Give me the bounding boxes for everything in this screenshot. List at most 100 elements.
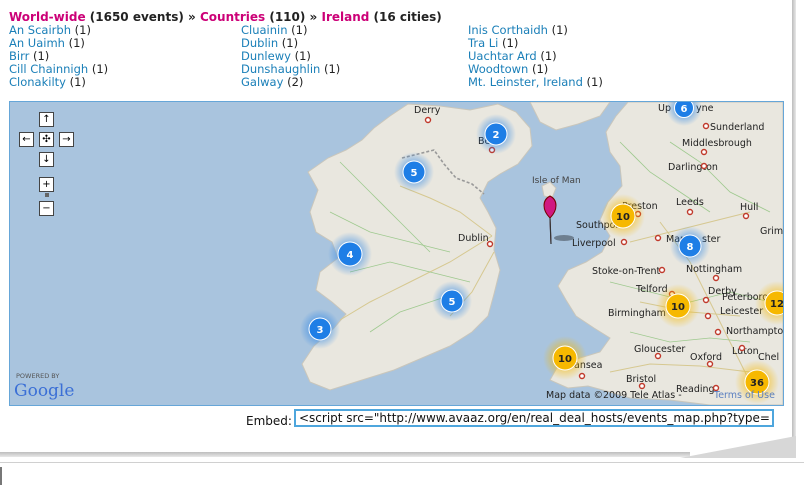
cluster-count: 10 bbox=[616, 212, 630, 223]
city-link[interactable]: Cluainin bbox=[241, 23, 288, 37]
city-link[interactable]: Uachtar Ard bbox=[468, 49, 537, 63]
next-panel-edge bbox=[0, 462, 804, 485]
city-count: (1) bbox=[64, 36, 85, 50]
embed-label: Embed: bbox=[246, 414, 292, 428]
city-link[interactable]: Mt. Leinster, Ireland bbox=[468, 75, 583, 89]
map-label-darlington: Darlington bbox=[668, 162, 718, 173]
map-label-grim: Grim bbox=[760, 226, 783, 237]
city-link[interactable]: Birr bbox=[9, 49, 29, 63]
cluster-count: 10 bbox=[558, 354, 572, 365]
cluster-marker-belfast[interactable]: 2 bbox=[476, 114, 516, 154]
city-count: (1) bbox=[320, 62, 341, 76]
cluster-count: 5 bbox=[449, 297, 456, 308]
map-label-sunderland: Sunderland bbox=[710, 122, 764, 133]
city-link[interactable]: Dublin bbox=[241, 36, 278, 50]
pan-up-button[interactable]: ↑ bbox=[39, 112, 54, 127]
list-item: Galway (2) bbox=[241, 76, 340, 89]
terms-of-use-link[interactable]: Terms of Use bbox=[713, 390, 775, 401]
panel-page-curl bbox=[680, 436, 796, 458]
city-count: (1) bbox=[528, 62, 549, 76]
city-link[interactable]: Inis Corthaidh bbox=[468, 23, 548, 37]
city-link[interactable]: Galway bbox=[241, 75, 283, 89]
city-link[interactable]: Tra Li bbox=[468, 36, 498, 50]
pan-down-button[interactable]: ↓ bbox=[39, 152, 54, 167]
city-count: (1) bbox=[536, 49, 557, 63]
zoom-in-button[interactable]: + bbox=[39, 177, 54, 192]
city-count: (1) bbox=[498, 36, 519, 50]
city-link[interactable]: Dunshaughlin bbox=[241, 62, 320, 76]
cluster-count: 4 bbox=[347, 250, 354, 261]
city-count: (1) bbox=[547, 23, 568, 37]
city-count: (1) bbox=[65, 75, 86, 89]
map-label-leeds: Leeds bbox=[676, 197, 704, 208]
city-link[interactable]: Dunlewy bbox=[241, 49, 291, 63]
cluster-marker-wicklow[interactable]: 5 bbox=[432, 281, 472, 321]
panel-shadow-right bbox=[792, 0, 796, 452]
city-list-column-2: Cluainin (1) Dublin (1) Dunlewy (1) Duns… bbox=[241, 24, 340, 89]
breadcrumb: World-wide (1650 events) » Countries (11… bbox=[9, 10, 442, 24]
map-label-isle-of-man: Isle of Man bbox=[532, 176, 581, 186]
map-label-luton: Luton bbox=[732, 346, 759, 357]
cluster-marker-swansea[interactable]: 10 bbox=[543, 336, 587, 380]
city-count: (1) bbox=[290, 49, 311, 63]
breadcrumb-separator: » bbox=[188, 10, 196, 24]
breadcrumb-ireland[interactable]: Ireland bbox=[321, 10, 369, 24]
cluster-count: 2 bbox=[493, 130, 500, 141]
city-list-column-3: Inis Corthaidh (1) Tra Li (1) Uachtar Ar… bbox=[468, 24, 603, 89]
map-label-dublin: Dublin bbox=[458, 233, 489, 244]
map-label-middlesbrough: Middlesbrough bbox=[682, 138, 752, 149]
cluster-marker-manchester[interactable]: 8 bbox=[670, 226, 710, 266]
city-link[interactable]: Cill Chainnigh bbox=[9, 62, 88, 76]
breadcrumb-ireland-count: (16 cities) bbox=[369, 10, 442, 24]
list-item: Mt. Leinster, Ireland (1) bbox=[468, 76, 603, 89]
panel-shadow-bottom bbox=[0, 452, 690, 457]
google-logo[interactable]: Google bbox=[14, 381, 74, 401]
breadcrumb-countries-count: (110) bbox=[265, 10, 310, 24]
map-label-oxford: Oxford bbox=[690, 352, 722, 363]
cluster-count: 12 bbox=[770, 299, 783, 310]
cluster-marker-donegal[interactable]: 5 bbox=[394, 152, 434, 192]
city-count: (1) bbox=[88, 62, 109, 76]
cluster-marker-leicester[interactable]: 10 bbox=[656, 284, 700, 328]
map-label-northampton: Northampton bbox=[726, 326, 783, 337]
city-count: (1) bbox=[287, 23, 308, 37]
events-map[interactable]: Derry Be Up yne Sunderland Middlesbrough… bbox=[9, 101, 784, 406]
city-link[interactable]: Woodtown bbox=[468, 62, 528, 76]
cluster-marker-galway[interactable]: 4 bbox=[328, 232, 372, 276]
cluster-marker-kerry[interactable]: 3 bbox=[300, 309, 340, 349]
cluster-count: 36 bbox=[750, 378, 764, 389]
cluster-count: 10 bbox=[671, 302, 685, 313]
recenter-button[interactable]: ✣ bbox=[39, 132, 54, 147]
city-count: (1) bbox=[278, 36, 299, 50]
city-link[interactable]: An Scairbh bbox=[9, 23, 71, 37]
city-list-column-1: An Scairbh (1) An Uaimh (1) Birr (1) Cil… bbox=[9, 24, 108, 89]
map-label-liverpool: Liverpool bbox=[572, 238, 616, 249]
city-link[interactable]: Clonakilty bbox=[9, 75, 66, 89]
map-canvas[interactable]: Derry Be Up yne Sunderland Middlesbrough… bbox=[10, 102, 783, 405]
cluster-marker-preston[interactable]: 10 bbox=[601, 194, 645, 238]
city-link[interactable]: An Uaimh bbox=[9, 36, 65, 50]
breadcrumb-separator: » bbox=[309, 10, 318, 24]
pan-right-button[interactable]: → bbox=[59, 132, 74, 147]
breadcrumb-worldwide-count: (1650 events) bbox=[85, 10, 189, 24]
map-label-stoke: Stoke-on-Trent bbox=[592, 266, 661, 277]
map-label-derry: Derry bbox=[414, 105, 441, 116]
breadcrumb-countries[interactable]: Countries bbox=[200, 10, 265, 24]
map-label-nottingham: Nottingham bbox=[686, 264, 742, 275]
map-label-reading: Reading bbox=[676, 384, 715, 395]
city-count: (1) bbox=[582, 75, 603, 89]
cluster-count: 6 bbox=[681, 104, 688, 115]
zoom-slider-tick bbox=[45, 193, 49, 197]
pan-left-button[interactable]: ← bbox=[19, 132, 34, 147]
list-item: Clonakilty (1) bbox=[9, 76, 108, 89]
breadcrumb-worldwide[interactable]: World-wide bbox=[9, 10, 86, 24]
city-count: (2) bbox=[283, 75, 304, 89]
map-attribution: Map data ©2009 Tele Atlas - bbox=[546, 390, 682, 401]
city-count: (1) bbox=[71, 23, 91, 37]
powered-by-label: POWERED BY bbox=[16, 372, 59, 380]
city-count: (1) bbox=[29, 49, 50, 63]
embed-code-field[interactable] bbox=[294, 409, 774, 427]
map-label-hull: Hull bbox=[740, 202, 758, 213]
cluster-count: 8 bbox=[687, 242, 694, 253]
zoom-out-button[interactable]: − bbox=[39, 201, 54, 216]
